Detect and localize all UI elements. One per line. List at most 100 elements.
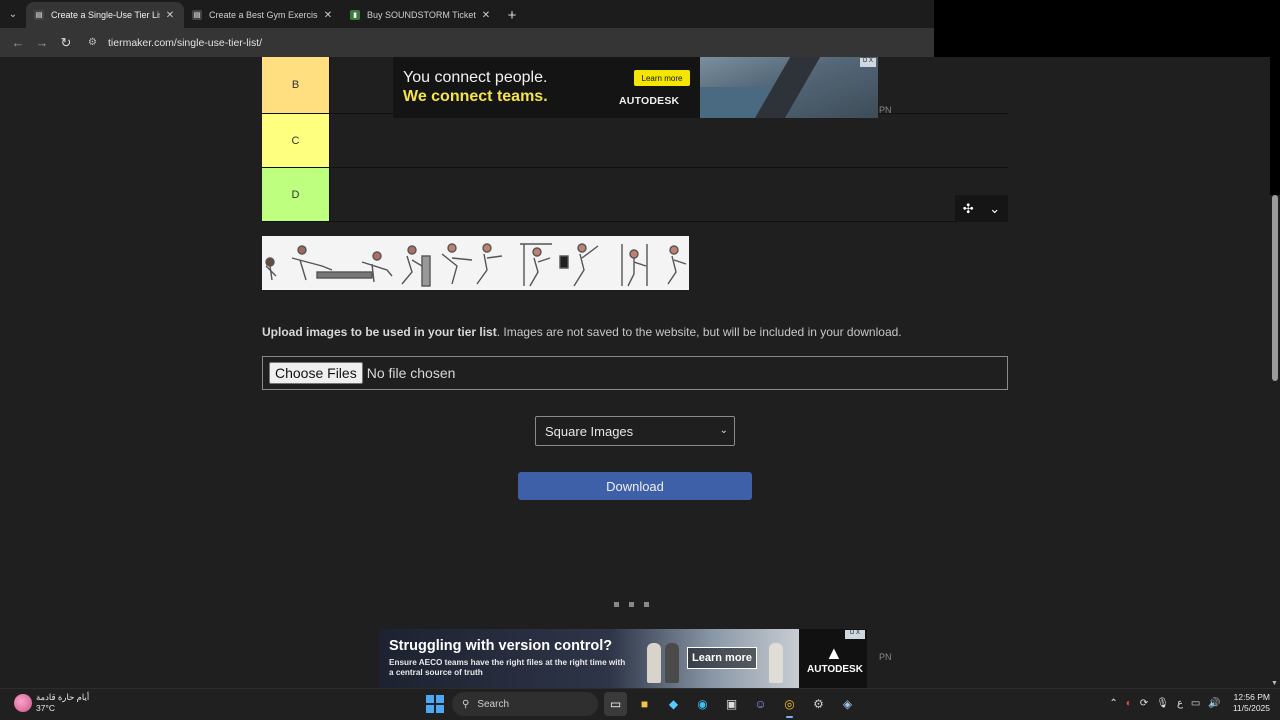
tab-search-chevron-icon[interactable]: ⌄	[0, 0, 26, 28]
autodesk-logo-icon: ▲	[825, 643, 843, 663]
close-icon[interactable]: ✕	[322, 10, 334, 21]
chevron-up-icon[interactable]: ⌃	[1109, 698, 1117, 709]
scrollbar-thumb[interactable]	[1272, 195, 1278, 381]
weather-text-block: أيام حارة قادمة 37°C	[36, 692, 89, 714]
forward-arrow-icon[interactable]: →	[30, 31, 54, 55]
loading-dot	[644, 602, 649, 607]
sync-icon[interactable]: ⟳	[1140, 698, 1148, 709]
ad-person	[647, 643, 661, 683]
loading-dot	[629, 602, 634, 607]
steam-icon[interactable]: ◈	[836, 692, 859, 716]
taskbar-apps: ⚲ Search ▭ ■ ◆ ◉ ▣ ☺ ◎ ⚙ ◈	[423, 692, 859, 718]
pn-label: PN	[879, 105, 892, 115]
upload-instructions-bold: Upload images to be used in your tier li…	[262, 325, 497, 339]
address-bar[interactable]: ⚙ tiermaker.com/single-use-tier-list/	[82, 31, 922, 54]
browser-tab-bar: ⌄ ▤ Create a Single-Use Tier List (Po ✕ …	[0, 0, 934, 28]
loading-indicator	[614, 602, 649, 607]
edge-icon[interactable]: ◉	[691, 692, 714, 716]
choose-files-button[interactable]: Choose Files	[269, 362, 363, 384]
scroll-down-arrow-icon[interactable]: ▼	[1271, 680, 1278, 687]
site-settings-icon[interactable]: ⚙	[88, 37, 102, 48]
close-icon[interactable]: ✕	[164, 10, 176, 21]
chrome-icon[interactable]: ◎	[778, 692, 801, 718]
system-tray: ⌃ ◐ ⟳ 🎙 ع ▭ 🔊 12:56 PM 11/5/2025	[1109, 692, 1280, 714]
close-icon[interactable]: ✕	[480, 10, 492, 21]
file-upload-input[interactable]: Choose Files No file chosen	[262, 356, 1008, 390]
ad-learn-more-button[interactable]: Learn more	[634, 70, 690, 86]
page-content: B C D You connect people. We connect tea…	[0, 57, 1270, 688]
file-status-text: No file chosen	[366, 365, 456, 381]
clock-date: 11/5/2025	[1232, 703, 1270, 713]
tiermaker-favicon-icon: ▤	[34, 10, 44, 20]
ad-person	[665, 643, 679, 683]
autodesk-top-ad[interactable]: You connect people. We connect teams. Le…	[393, 57, 878, 118]
back-arrow-icon[interactable]: ←	[6, 31, 30, 55]
tier-items-c[interactable]	[329, 114, 1008, 167]
microphone-icon[interactable]: 🎙	[1156, 698, 1169, 709]
upload-instructions: Upload images to be used in your tier li…	[262, 325, 902, 339]
adchoices-icon[interactable]: D X	[845, 630, 865, 639]
chevron-down-icon: ⌄	[719, 425, 728, 436]
tier-label-d[interactable]: D	[262, 168, 329, 221]
security-icon[interactable]: ◐	[1126, 698, 1132, 709]
ad-line-2: We connect teams.	[403, 88, 548, 105]
tab-title: Buy SOUNDSTORM Tickets 202	[367, 10, 476, 20]
discord-icon[interactable]: ☺	[749, 692, 772, 716]
network-icon[interactable]: ▭	[1191, 698, 1200, 709]
adchoices-icon[interactable]: D X	[860, 58, 876, 67]
drone-icon[interactable]: ✣	[963, 201, 974, 217]
tier-label-b[interactable]: B	[262, 57, 329, 113]
upload-instructions-rest: . Images are not saved to the website, b…	[496, 325, 902, 339]
image-shape-selected-value: Square Images	[545, 423, 634, 439]
taskbar-search-box[interactable]: ⚲ Search	[452, 692, 598, 716]
taskbar-clock[interactable]: 12:56 PM 11/5/2025	[1233, 692, 1270, 714]
ad-headline: Struggling with version control?	[389, 638, 613, 654]
autodesk-logo: AUTODESK	[619, 95, 680, 107]
browser-toolbar: ← → ↻ ⚙ tiermaker.com/single-use-tier-li…	[0, 28, 934, 57]
ad-line-1: You connect people.	[403, 69, 548, 86]
uploaded-images-strip[interactable]	[262, 236, 689, 290]
soundstorm-favicon-icon: ▮	[350, 10, 360, 20]
ad-highway-photo	[700, 57, 878, 118]
pn-label: PN	[879, 652, 892, 662]
tab-soundstorm-tickets[interactable]: ▮ Buy SOUNDSTORM Tickets 202 ✕	[342, 2, 500, 28]
clock-time: 12:56 PM	[1233, 692, 1270, 702]
reload-icon[interactable]: ↻	[54, 31, 78, 55]
ad-learn-more-button[interactable]: Learn more	[687, 647, 757, 669]
gym-exercise-images	[262, 236, 689, 290]
loading-dot	[614, 602, 619, 607]
image-shape-select[interactable]: Square Images ⌄	[535, 416, 735, 446]
tier-label-c[interactable]: C	[262, 114, 329, 167]
download-button[interactable]: Download	[518, 472, 752, 500]
url-text: tiermaker.com/single-use-tier-list/	[108, 36, 263, 49]
autodesk-brand-text: AUTODESK	[807, 664, 863, 675]
volume-icon[interactable]: 🔊	[1208, 698, 1220, 709]
task-view-icon[interactable]: ▭	[604, 692, 627, 716]
ad-controls: ✣ ⌄	[955, 195, 1008, 222]
chevron-down-icon[interactable]: ⌄	[989, 201, 1000, 217]
autodesk-bottom-ad[interactable]: Struggling with version control? Ensure …	[379, 629, 867, 688]
search-icon: ⚲	[462, 698, 470, 710]
search-placeholder: Search	[477, 698, 510, 710]
windows-start-icon[interactable]	[423, 692, 446, 716]
copilot-icon[interactable]: ◆	[662, 692, 685, 716]
tier-row-d: D	[262, 168, 1008, 222]
page-scrollbar[interactable]: ▼	[1270, 195, 1280, 688]
app-icon[interactable]: ⚙	[807, 692, 830, 716]
weather-icon	[14, 694, 32, 712]
tier-items-d[interactable]	[329, 168, 1008, 221]
store-icon[interactable]: ▣	[720, 692, 743, 716]
tab-best-gym-exercises[interactable]: ▤ Create a Best Gym Exercises (10 ✕	[184, 2, 342, 28]
tab-single-use-tier-list[interactable]: ▤ Create a Single-Use Tier List (Po ✕	[26, 2, 184, 28]
tiermaker-favicon-icon: ▤	[192, 10, 202, 20]
file-explorer-icon[interactable]: ■	[633, 692, 656, 716]
new-tab-button[interactable]: +	[500, 2, 524, 28]
tab-title: Create a Single-Use Tier List (Po	[51, 10, 160, 20]
ad-subtext: Ensure AECO teams have the right files a…	[389, 658, 626, 677]
weather-description: أيام حارة قادمة	[36, 692, 90, 702]
tab-title: Create a Best Gym Exercises (10	[209, 10, 318, 20]
ad-person	[769, 643, 783, 683]
weather-widget[interactable]: أيام حارة قادمة 37°C	[14, 692, 89, 714]
windows-taskbar: أيام حارة قادمة 37°C ⚲ Search ▭ ■ ◆ ◉ ▣ …	[0, 688, 1280, 720]
language-indicator[interactable]: ع	[1177, 698, 1183, 709]
